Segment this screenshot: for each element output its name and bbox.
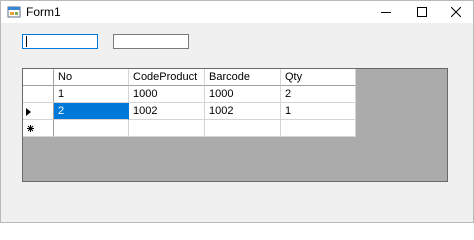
maximize-icon <box>417 7 427 17</box>
close-button[interactable] <box>438 1 473 23</box>
table-cell[interactable]: 1000 <box>129 86 205 103</box>
column-header-barcode[interactable]: Barcode <box>205 69 281 86</box>
table-cell[interactable]: 1 <box>54 86 129 103</box>
new-row-cell[interactable] <box>54 120 129 137</box>
column-header-codeproduct[interactable]: CodeProduct <box>129 69 205 86</box>
app-icon <box>7 5 21 19</box>
title-bar[interactable]: Form1 <box>1 1 473 23</box>
row-header-new[interactable] <box>23 120 54 137</box>
textbox-1[interactable] <box>22 34 98 49</box>
minimize-icon <box>381 12 391 13</box>
table-cell[interactable]: 1 <box>281 103 356 120</box>
table-cell[interactable]: 1000 <box>205 86 281 103</box>
table-cell[interactable]: 1002 <box>205 103 281 120</box>
table-cell[interactable]: 2 <box>281 86 356 103</box>
textbox-2[interactable] <box>113 34 189 49</box>
new-row-asterisk-icon <box>27 125 34 132</box>
minimize-button[interactable] <box>368 1 404 23</box>
column-header-no[interactable]: No <box>54 69 129 86</box>
table-cell-selected[interactable]: 2 <box>54 103 129 120</box>
maximize-button[interactable] <box>404 1 440 23</box>
new-row-cell[interactable] <box>129 120 205 137</box>
column-header-qty[interactable]: Qty <box>281 69 356 86</box>
close-icon <box>451 7 461 17</box>
row-header[interactable] <box>23 86 54 103</box>
new-row-cell[interactable] <box>281 120 356 137</box>
window-title: Form1 <box>26 5 61 19</box>
table-cell[interactable]: 1002 <box>129 103 205 120</box>
form-window: Form1 No CodeProduct Barcode Qty 1 1000 … <box>0 0 474 223</box>
current-row-arrow-icon <box>26 108 31 116</box>
row-header-current[interactable] <box>23 103 54 120</box>
new-row-cell[interactable] <box>205 120 281 137</box>
top-left-header-cell[interactable] <box>23 69 54 86</box>
data-grid-view[interactable]: No CodeProduct Barcode Qty 1 1000 1000 2… <box>22 68 448 182</box>
text-caret <box>26 36 27 47</box>
